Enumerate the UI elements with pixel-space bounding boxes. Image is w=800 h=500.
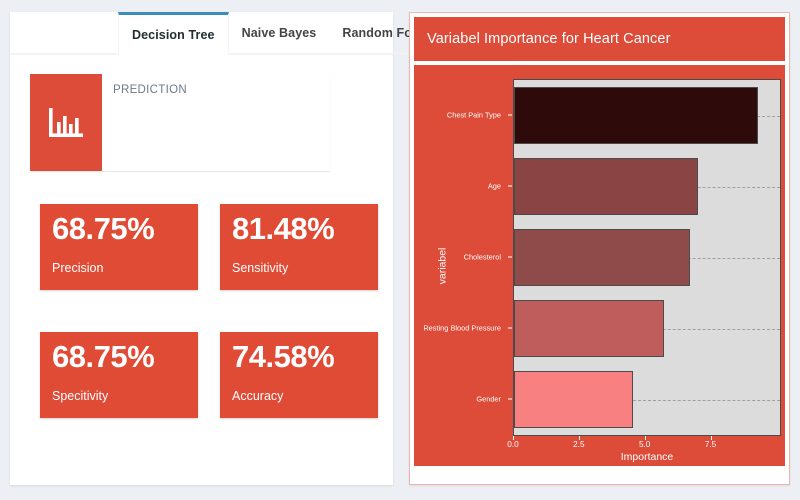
- x-tick-label: 2.5: [573, 440, 585, 449]
- dashboard-root: Decision Tree Naive Bayes Random Forest: [0, 0, 800, 500]
- bar-cholesterol: [514, 229, 691, 286]
- y-tick-mark: [508, 327, 512, 328]
- tab-decision-tree[interactable]: Decision Tree: [118, 12, 229, 55]
- plot-panel: [513, 79, 781, 436]
- y-tick-label: Cholesterol: [463, 252, 501, 261]
- prediction-info-box: PREDICTION: [30, 74, 330, 171]
- metric-value-precision: 68.75%: [52, 211, 155, 246]
- y-tick-label: Age: [487, 181, 501, 190]
- metric-label-precision: Precision: [52, 261, 104, 275]
- metric-value-specitivity: 68.75%: [52, 339, 155, 374]
- metric-card-accuracy: 74.58% Accuracy: [220, 332, 378, 418]
- x-tick-mark: [710, 436, 712, 440]
- variable-importance-panel: Variabel Importance for Heart Cancer var…: [409, 12, 790, 485]
- y-tick-label: Gender: [476, 394, 501, 403]
- prediction-label: PREDICTION: [113, 84, 187, 96]
- tab-naive-bayes-label: Naive Bayes: [241, 25, 317, 40]
- bar-resting-blood-pressure: [514, 300, 665, 357]
- metric-value-sensitivity: 81.48%: [232, 211, 335, 246]
- x-tick-label: 7.5: [704, 440, 717, 449]
- y-tick-mark: [508, 398, 512, 399]
- bar-chart-icon: [30, 74, 102, 171]
- y-tick-mark: [508, 185, 512, 186]
- tab-naive-bayes[interactable]: Naive Bayes: [228, 12, 330, 54]
- model-tab-bar: Decision Tree Naive Bayes Random Forest: [10, 12, 449, 55]
- metric-card-sensitivity: 81.48% Sensitivity: [220, 204, 378, 290]
- x-axis-title: Importance: [620, 451, 674, 463]
- variable-importance-chart: variabel Importance Chest Pain Type Age Ch…: [414, 65, 785, 466]
- y-tick-label: Resting Blood Pressure: [423, 323, 501, 332]
- model-results-panel: Decision Tree Naive Bayes Random Forest: [10, 12, 449, 485]
- metric-label-sensitivity: Sensitivity: [232, 261, 289, 275]
- metric-value-accuracy: 74.58%: [232, 339, 335, 374]
- tab-decision-tree-label: Decision Tree: [132, 27, 215, 42]
- metric-card-precision: 68.75% Precision: [40, 204, 198, 290]
- metric-label-specitivity: Specitivity: [52, 389, 109, 403]
- y-axis-title: variabel: [436, 247, 449, 284]
- x-tick-label: 5.0: [638, 440, 651, 449]
- variable-importance-header: Variabel Importance for Heart Cancer: [414, 17, 785, 61]
- prediction-content: PREDICTION: [102, 74, 330, 171]
- y-tick-mark: [508, 256, 512, 257]
- bar-chest-pain-type: [514, 87, 758, 144]
- bar-gender: [514, 371, 633, 428]
- tab-bar-leading-space: [10, 12, 118, 54]
- metric-label-accuracy: Accuracy: [232, 389, 284, 403]
- metric-card-specitivity: 68.75% Specitivity: [40, 332, 198, 418]
- x-tick-mark: [578, 436, 580, 440]
- page-title: Variabel Importance for Heart Cancer: [427, 31, 671, 47]
- x-tick-mark: [513, 436, 514, 440]
- y-tick-label: Chest Pain Type: [446, 110, 501, 119]
- y-tick-mark: [508, 114, 512, 115]
- bar-age: [514, 158, 699, 215]
- x-tick-label: 0.0: [507, 440, 519, 449]
- x-tick-mark: [644, 436, 646, 440]
